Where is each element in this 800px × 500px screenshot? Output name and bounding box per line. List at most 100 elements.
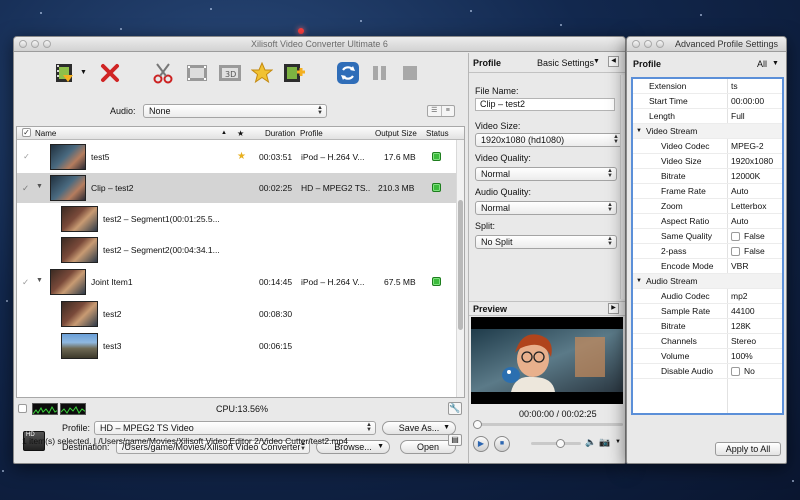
list-view-icon[interactable]: ☰ (428, 106, 442, 116)
setting-value[interactable]: False (744, 231, 765, 241)
dropdown-arrow-icon[interactable]: ▼ (615, 439, 621, 445)
expand-arrow-icon[interactable]: ▼ (36, 277, 43, 284)
col-name[interactable]: Name (35, 129, 56, 138)
setting-row[interactable]: Disable Audio No (633, 364, 782, 379)
setting-value[interactable]: 100% (731, 351, 753, 361)
col-status[interactable]: Status (426, 129, 449, 138)
setting-row[interactable]: Audio Codec mp2 (633, 289, 782, 304)
setting-value[interactable]: 1920x1080 (731, 156, 773, 166)
setting-row[interactable]: Length Full (633, 109, 782, 124)
setting-value[interactable]: Letterbox (731, 201, 766, 211)
split-select[interactable]: No Split ▲ ▼ (475, 235, 617, 249)
setting-checkbox[interactable] (731, 367, 740, 376)
merge-button[interactable] (185, 61, 209, 85)
wrench-icon[interactable]: 🔧 (448, 402, 462, 415)
col-star[interactable]: ★ (237, 129, 244, 138)
table-row[interactable]: test3 00:06:15 (17, 331, 457, 361)
save-as-button[interactable]: Save As... ▼ (382, 421, 456, 435)
disclosure-triangle-icon[interactable]: ▼ (636, 128, 642, 134)
disclosure-triangle-icon[interactable]: ▼ (636, 278, 642, 284)
setting-row[interactable]: Video Codec MPEG-2 (633, 139, 782, 154)
file-name-input[interactable]: Clip – test2 (475, 98, 615, 111)
setting-row[interactable]: Encode Mode VBR (633, 259, 782, 274)
table-row[interactable]: test2 00:08:30 (17, 299, 457, 329)
scroll-thumb[interactable] (458, 200, 463, 330)
col-profile[interactable]: Profile (300, 129, 323, 138)
setting-row[interactable]: Bitrate 12000K (633, 169, 782, 184)
seek-thumb[interactable] (473, 420, 482, 429)
setting-row[interactable]: Start Time 00:00:00 (633, 94, 782, 109)
table-row[interactable]: ✓ ▼ Clip – test2 00:02:25 HD – MPEG2 TS.… (17, 173, 457, 203)
setting-value[interactable]: No (744, 366, 755, 376)
volume-icon[interactable]: 🔈 (585, 437, 596, 448)
view-mode-toggle[interactable]: ☰ ≡ (427, 105, 455, 117)
collapse-panel-icon[interactable]: ◀ (608, 56, 619, 67)
row-checkbox[interactable]: ✓ (22, 183, 29, 194)
vertical-scrollbar[interactable] (456, 140, 464, 397)
remove-button[interactable] (98, 61, 122, 85)
3d-button[interactable]: 3D (218, 61, 242, 85)
video-size-select[interactable]: 1920x1080 (hd1080) ▲ ▼ (475, 133, 623, 147)
setting-row[interactable]: Zoom Letterbox (633, 199, 782, 214)
apply-to-all-button[interactable]: Apply to All (715, 442, 781, 456)
convert-button[interactable] (336, 61, 360, 85)
play-icon[interactable]: ▶ (473, 436, 489, 452)
effects-button[interactable] (250, 61, 274, 85)
row-checkbox[interactable]: ✓ (22, 277, 29, 288)
table-row[interactable]: test2 – Segment1(00:01:25.5... (17, 204, 457, 234)
minimize-window-button[interactable] (31, 40, 39, 48)
close-window-button[interactable] (19, 40, 27, 48)
col-output-size[interactable]: Output Size (375, 129, 417, 138)
audio-quality-select[interactable]: Normal ▲ ▼ (475, 201, 617, 215)
setting-row[interactable]: Extension ts (633, 79, 782, 94)
log-icon[interactable]: ▤ (448, 434, 462, 446)
detail-view-icon[interactable]: ≡ (442, 106, 455, 116)
cut-button[interactable] (152, 61, 176, 85)
setting-value[interactable]: 12000K (731, 171, 760, 181)
setting-row[interactable]: Sample Rate 44100 (633, 304, 782, 319)
section-row[interactable]: ▼ Video Stream (633, 124, 782, 139)
adv-zoom-button[interactable] (656, 40, 664, 48)
setting-row[interactable]: Channels Stereo (633, 334, 782, 349)
setting-value[interactable]: mp2 (731, 291, 748, 301)
zoom-window-button[interactable] (43, 40, 51, 48)
setting-row[interactable]: Frame Rate Auto (633, 184, 782, 199)
table-row[interactable]: ✓ test5 ★ 00:03:51 iPod – H.264 V... 17.… (17, 142, 457, 172)
star-icon[interactable]: ★ (237, 151, 246, 162)
table-row[interactable]: ✓ ▼ Joint Item1 00:14:45 iPod – H.264 V.… (17, 267, 457, 297)
setting-value[interactable]: 128K (731, 321, 751, 331)
video-preview[interactable] (471, 317, 623, 404)
profile-select[interactable]: HD – MPEG2 TS Video ▲ ▼ (94, 421, 376, 435)
setting-value[interactable]: Auto (731, 216, 749, 226)
expand-arrow-icon[interactable]: ▼ (36, 183, 43, 190)
setting-row[interactable]: Volume 100% (633, 349, 782, 364)
audio-select[interactable]: None ▲ ▼ (143, 104, 327, 118)
select-all-checkbox[interactable]: ✓ (22, 128, 31, 137)
col-duration[interactable]: Duration (265, 129, 295, 138)
setting-row[interactable]: Bitrate 128K (633, 319, 782, 334)
setting-value[interactable]: 00:00:00 (731, 96, 764, 106)
section-row[interactable]: ▼ Audio Stream (633, 274, 782, 289)
volume-slider[interactable] (531, 439, 581, 448)
setting-checkbox[interactable] (731, 232, 740, 241)
setting-row[interactable]: 2-pass False (633, 244, 782, 259)
basic-settings-dropdown[interactable]: Basic Settings (537, 58, 594, 68)
video-quality-select[interactable]: Normal ▲ ▼ (475, 167, 617, 181)
seek-bar[interactable] (473, 420, 623, 429)
setting-row[interactable]: Video Size 1920x1080 (633, 154, 782, 169)
table-row[interactable]: test2 – Segment2(00:04:34.1... (17, 235, 457, 265)
add-file-button[interactable]: ▼ (54, 61, 87, 85)
setting-value[interactable]: ts (731, 81, 738, 91)
setting-value[interactable]: Full (731, 111, 745, 121)
setting-row[interactable]: Aspect Ratio Auto (633, 214, 782, 229)
setting-checkbox[interactable] (731, 247, 740, 256)
setting-value[interactable]: MPEG-2 (731, 141, 764, 151)
setting-value[interactable]: VBR (731, 261, 748, 271)
setting-row[interactable]: Same Quality False (633, 229, 782, 244)
cpu-toggle-checkbox[interactable] (18, 404, 27, 413)
filter-dropdown[interactable]: All (757, 59, 767, 69)
camera-icon[interactable]: 📷 (599, 437, 610, 448)
adv-close-button[interactable] (632, 40, 640, 48)
setting-value[interactable]: Auto (731, 186, 749, 196)
setting-value[interactable]: 44100 (731, 306, 755, 316)
